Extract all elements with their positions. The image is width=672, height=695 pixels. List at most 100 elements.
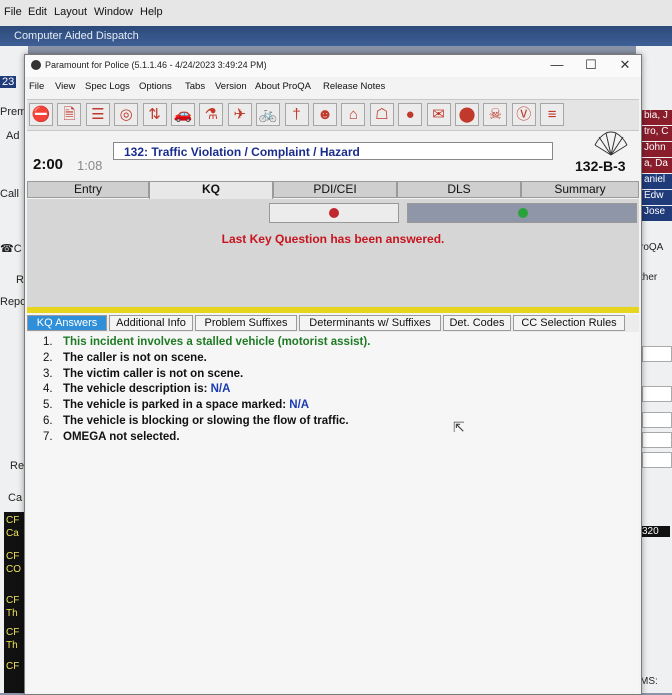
protocol-title: 132: Traffic Violation / Complaint / Haz… [124, 145, 360, 159]
hat-icon[interactable]: ⌂ [341, 103, 366, 126]
car-icon[interactable]: 🚗 [171, 103, 195, 126]
input-box[interactable] [642, 432, 672, 448]
unit-row[interactable]: aniel [642, 174, 672, 189]
paramount-window: Paramount for Police (5.1.1.46 - 4/24/20… [24, 54, 642, 695]
app-menu-file[interactable]: File [29, 81, 44, 92]
cad-title: Computer Aided Dispatch [14, 30, 139, 42]
app-menu-tabs[interactable]: Tabs [185, 81, 205, 92]
unit-row[interactable]: bia, J [642, 110, 672, 125]
answer-item: 5. The vehicle is parked in a space marke… [43, 399, 309, 411]
left-label-5: R [16, 274, 24, 286]
tab-kq[interactable]: KQ [149, 181, 273, 199]
minimize-button[interactable]: — [547, 57, 567, 72]
app-menu-release-notes[interactable]: Release Notes [323, 81, 385, 92]
menu-edit[interactable]: Edit [28, 6, 47, 18]
list-document-icon[interactable]: ☰ [85, 103, 110, 126]
flask-icon[interactable]: ⚗ [199, 103, 224, 126]
secondary-timer: 1:08 [77, 158, 103, 173]
card-line: CF [6, 551, 20, 562]
mouse-cursor-icon: ⇱ [453, 419, 465, 435]
card-line: Ca [6, 528, 19, 539]
card-line: CF [6, 595, 20, 606]
kq-status-message: Last Key Question has been answered. [221, 232, 445, 246]
left-label-1: Prem [0, 106, 27, 118]
input-box[interactable] [642, 452, 672, 468]
answer-text: The victim caller is not on scene. [63, 367, 244, 380]
bomb-icon[interactable]: ● [398, 103, 423, 126]
menu-file[interactable]: File [4, 6, 22, 18]
app-menu-view[interactable]: View [55, 81, 75, 92]
airplane-icon[interactable]: ✈ [227, 103, 252, 126]
answer-text: The vehicle is blocking or slowing the f… [63, 415, 349, 427]
answer-number: 2. [43, 351, 53, 364]
answer-item: 7. OMEGA not selected. [43, 431, 180, 443]
card-line: CF [6, 515, 20, 526]
kq-answers-panel: 1. This incident involves a stalled vehic… [27, 332, 639, 692]
close-button[interactable]: ✕ [615, 57, 635, 73]
skull-icon[interactable]: ☠ [483, 103, 508, 126]
subtab-kq-answers[interactable]: KQ Answers [27, 315, 107, 331]
input-box[interactable] [642, 346, 672, 362]
previous-question-button[interactable] [269, 203, 399, 223]
officer-icon[interactable]: ☻ [313, 103, 337, 126]
traffic-light-icon[interactable]: ≡ [540, 103, 565, 126]
answer-number: 5. [43, 399, 53, 412]
forward-arrow-icon [518, 208, 528, 218]
answer-value: N/A [210, 383, 231, 396]
bicycle-icon[interactable]: 🚲 [256, 103, 281, 126]
subtab-det-codes[interactable]: Det. Codes [443, 315, 511, 331]
app-menu-about[interactable]: About ProQA [255, 81, 311, 92]
section-divider [27, 307, 639, 313]
target-icon[interactable]: ◎ [114, 103, 139, 126]
unit-row[interactable]: tro, C [642, 126, 672, 141]
input-box[interactable] [642, 386, 672, 402]
determinant-code: 132-B-3 [575, 158, 626, 174]
app-menu-spec-logs[interactable]: Spec Logs [85, 81, 130, 92]
unit-row[interactable]: a, Da [642, 158, 672, 173]
left-label-2: Ad [6, 130, 20, 142]
vice-badge-icon[interactable]: Ⓥ [511, 103, 536, 126]
unit-row[interactable]: John [642, 142, 672, 157]
answer-text: OMEGA not selected. [63, 430, 180, 443]
document-icon[interactable]: 🗎 [57, 103, 82, 126]
left-label-0: 23 [0, 76, 17, 88]
answer-number: 7. [43, 430, 53, 443]
answer-number: 1. [43, 336, 53, 348]
tab-dls[interactable]: DLS [397, 181, 521, 198]
unit-row[interactable]: Edw [642, 190, 672, 205]
maximize-button[interactable]: ☐ [581, 57, 601, 73]
app-menu-options[interactable]: Options [139, 81, 172, 92]
answer-text: The vehicle is parked in a space marked: [63, 399, 290, 412]
subtab-additional-info[interactable]: Additional Info [109, 315, 193, 331]
mail-icon[interactable]: ✉ [426, 103, 451, 126]
proqa-label: roQA [640, 242, 664, 253]
stop-icon[interactable]: ⬤ [455, 103, 479, 126]
tab-pdi-cei[interactable]: PDI/CEI [273, 181, 397, 198]
menu-layout[interactable]: Layout [54, 6, 87, 18]
left-label-8: Ca [8, 492, 23, 504]
app-menu-version[interactable]: Version [215, 81, 247, 92]
next-question-button[interactable] [407, 203, 637, 223]
bank-icon[interactable]: ☖ [369, 103, 394, 126]
unit-row[interactable]: Jose [642, 206, 672, 221]
menu-help[interactable]: Help [140, 6, 163, 18]
menu-window[interactable]: Window [94, 6, 133, 18]
answer-item: 1. This incident involves a stalled vehic… [43, 336, 370, 348]
answer-item: 3. The victim caller is not on scene. [43, 368, 243, 380]
subtab-determinants-suffixes[interactable]: Determinants w/ Suffixes [299, 315, 441, 331]
tab-entry[interactable]: Entry [27, 181, 149, 198]
subtab-problem-suffixes[interactable]: Problem Suffixes [195, 315, 297, 331]
proqa-logo-icon [594, 131, 628, 156]
answer-item: 2. The caller is not on scene. [43, 352, 207, 364]
person-icon[interactable]: † [284, 103, 309, 126]
main-tabs: Entry KQ PDI/CEI DLS Summary [27, 181, 639, 199]
answer-subtabs: KQ Answers Additional Info Problem Suffi… [27, 315, 639, 333]
left-label-7: Re [10, 460, 25, 472]
ms-label: MS: [640, 676, 658, 687]
traffic-arrows-icon[interactable]: ⇅ [142, 103, 167, 126]
subtab-cc-selection-rules[interactable]: CC Selection Rules [513, 315, 625, 331]
left-label-4: ☎C [0, 243, 22, 255]
no-entry-icon[interactable]: ⛔ [29, 103, 53, 126]
input-box[interactable] [642, 412, 672, 428]
tab-summary[interactable]: Summary [521, 181, 639, 198]
